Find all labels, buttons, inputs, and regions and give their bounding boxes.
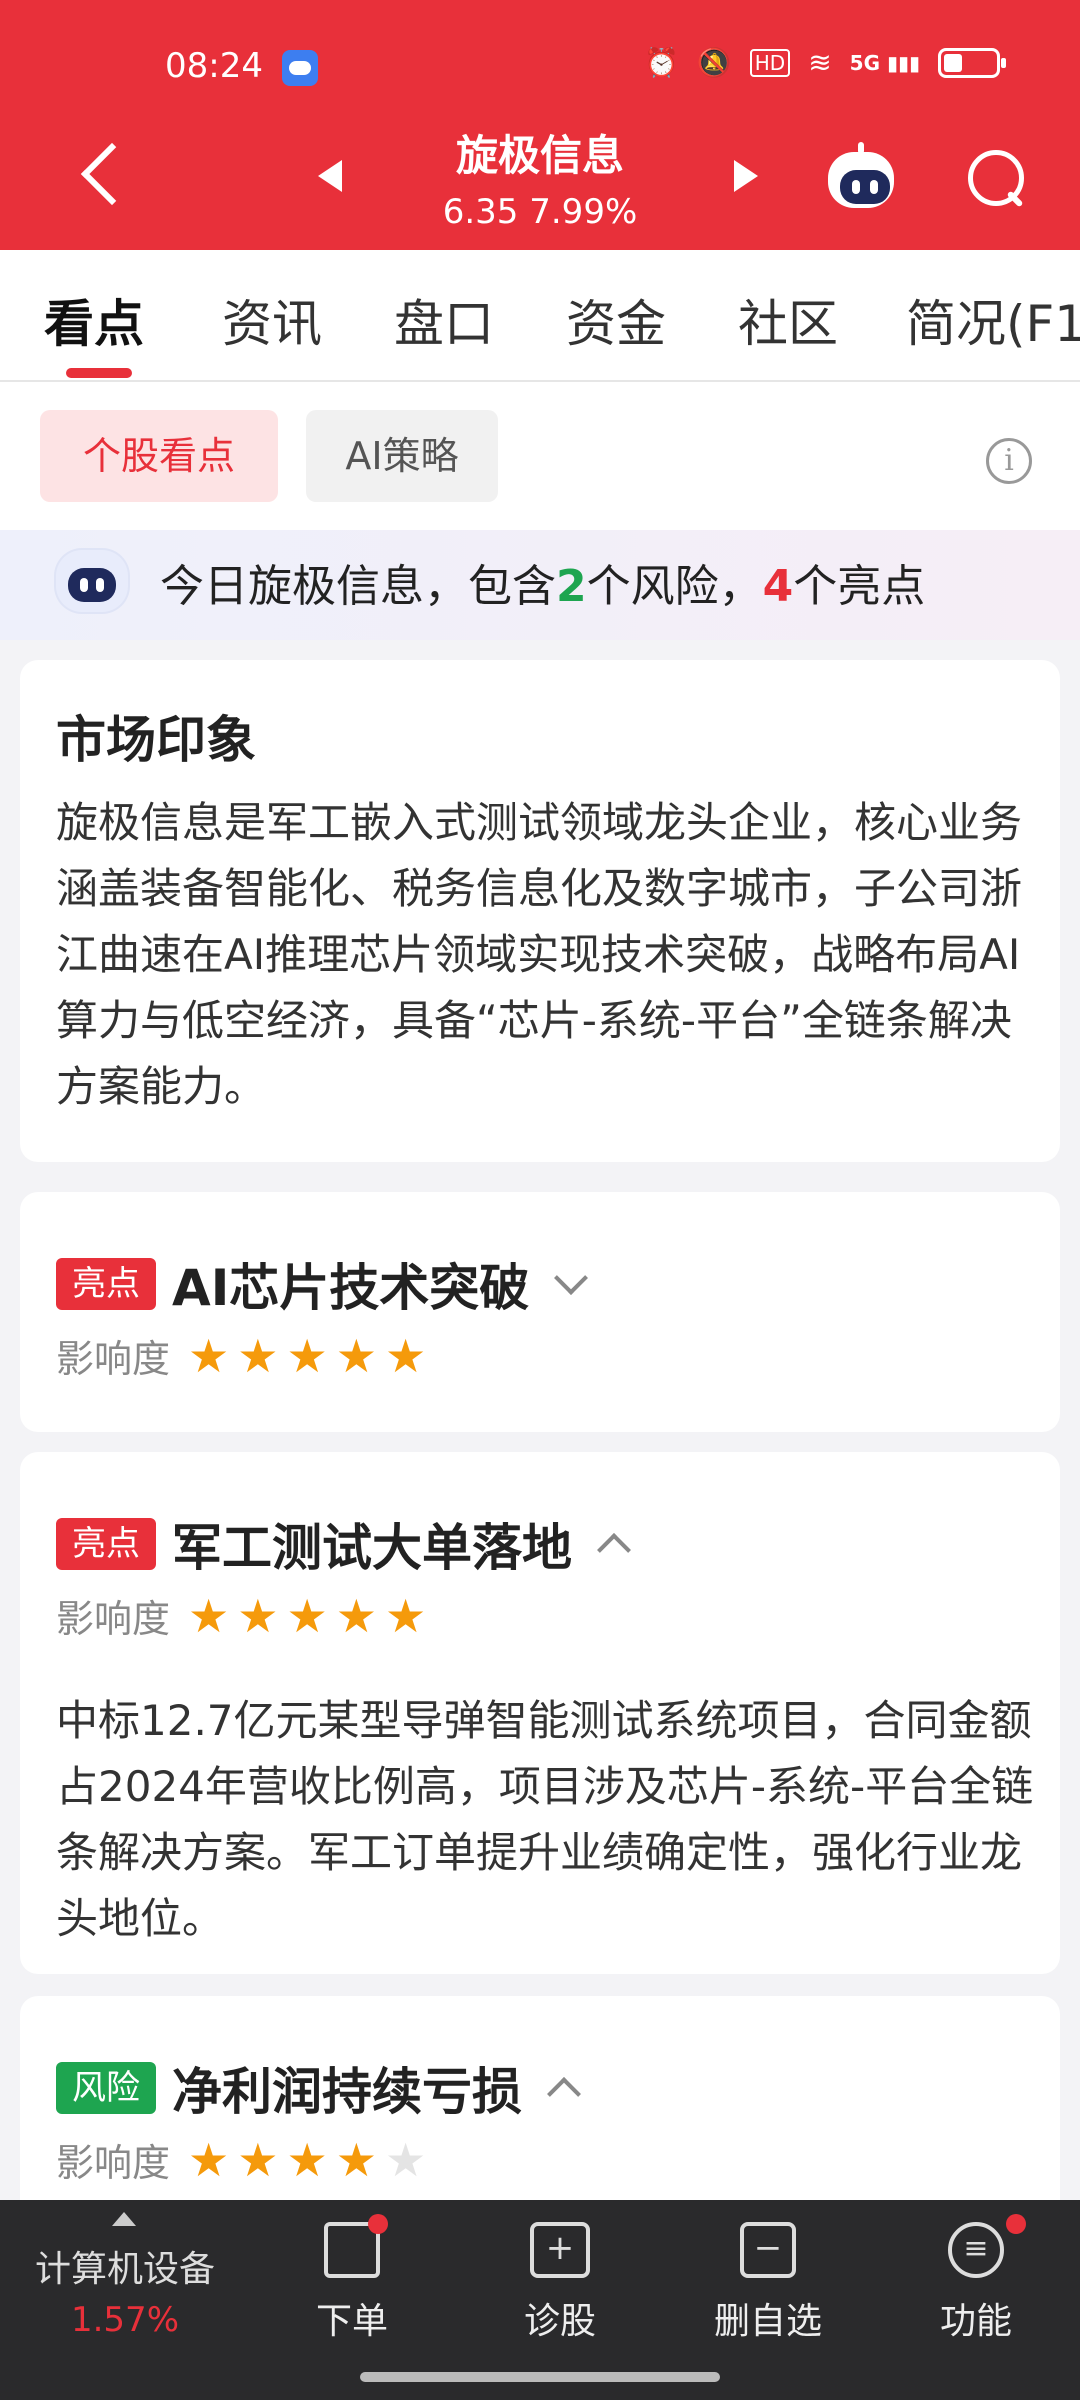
highlight-card[interactable]: 亮点 AI芯片技术突破 影响度 ★ ★ ★ ★ ★ — [20, 1192, 1060, 1432]
impact-rating: 影响度 ★ ★ ★ ★ ★ — [56, 1588, 427, 1643]
star-icon: ★ — [286, 2132, 328, 2187]
status-time: 08:24 — [165, 46, 263, 86]
diagnose-button[interactable]: + 诊股 — [480, 2222, 640, 2344]
ai-robot-icon[interactable] — [824, 142, 898, 212]
highlight-tag: 亮点 — [56, 1518, 156, 1570]
search-icon[interactable] — [966, 148, 1026, 208]
remove-icon: − — [740, 2222, 796, 2278]
tab-jiankuang[interactable]: 简况(F1 — [906, 284, 1080, 356]
star-rating: ★ ★ ★ ★ ★ — [188, 1333, 426, 1379]
chevron-up-icon[interactable] — [547, 2077, 581, 2111]
market-impression-card: 市场印象 旋极信息是军工嵌入式测试领域龙头企业，核心业务涵盖装备智能化、税务信息… — [20, 660, 1060, 1162]
tab-shequ[interactable]: 社区 — [738, 284, 838, 356]
summary-text: 今日旋极信息，包含2个风险，4个亮点 — [160, 561, 926, 612]
star-icon: ★ — [335, 1328, 378, 1383]
ai-robot-icon — [56, 544, 132, 614]
star-icon: ★ — [286, 1328, 328, 1383]
star-rating: ★ ★ ★ ★ ★ — [188, 1593, 426, 1639]
highlight-tag: 亮点 — [56, 1258, 156, 1310]
star-icon: ★ — [237, 1328, 279, 1383]
tab-zixun[interactable]: 资讯 — [222, 284, 322, 356]
star-icon: ★ — [188, 1588, 230, 1643]
point-title: 净利润持续亏损 — [172, 2063, 522, 2121]
stock-name: 旋极信息 — [455, 131, 624, 180]
diagnose-icon: + — [530, 2222, 590, 2278]
next-stock-icon[interactable] — [734, 160, 758, 192]
star-icon: ★ — [385, 1328, 427, 1383]
prev-stock-icon[interactable] — [318, 160, 342, 192]
remove-watchlist-button[interactable]: − 删自选 — [688, 2222, 848, 2344]
weather-icon — [282, 50, 318, 86]
risk-count: 2 — [556, 561, 587, 612]
star-rating: ★ ★ ★ ★ ★ — [188, 2137, 426, 2183]
tab-zijin[interactable]: 资金 — [566, 284, 666, 356]
active-tab-indicator — [66, 368, 132, 378]
status-icons: ⏰ 🔕 HD ≋ 5G ▮▮▮ — [644, 46, 1006, 79]
wifi-icon: ≋ — [808, 46, 832, 79]
point-title: 军工测试大单落地 — [172, 1519, 572, 1577]
point-body: 中标12.7亿元某型导弹智能测试系统项目，合同金额占2024年营收比例高，项目涉… — [56, 1696, 1034, 1943]
tab-pankou[interactable]: 盘口 — [394, 284, 494, 356]
status-bar: 08:24 ⏰ 🔕 HD ≋ 5G ▮▮▮ — [0, 0, 1080, 135]
star-icon: ★ — [385, 1588, 427, 1643]
chevron-down-icon[interactable] — [554, 1261, 589, 1295]
highlight-card[interactable]: 亮点 军工测试大单落地 影响度 ★ ★ ★ ★ ★ 中标12.7亿元某型导弹智能测试系统… — [20, 1452, 1060, 1974]
star-icon: ★ — [237, 1588, 279, 1643]
star-icon: ★ — [335, 1588, 378, 1643]
market-impression-title: 市场印象 — [56, 711, 256, 769]
sub-nav: 个股看点 AI策略 i — [0, 382, 1080, 530]
star-icon: ★ — [188, 2132, 230, 2187]
order-button[interactable]: 下单 — [272, 2214, 432, 2344]
stock-header: 08:24 ⏰ 🔕 HD ≋ 5G ▮▮▮ 旋极信息 6.35 7.99% — [0, 0, 1080, 250]
chevron-up-icon[interactable] — [597, 1533, 631, 1567]
mute-icon: 🔕 — [696, 46, 732, 79]
home-indicator[interactable] — [360, 2372, 720, 2382]
point-title: AI芯片技术突破 — [172, 1259, 530, 1317]
5g-signal-icon: 5G ▮▮▮ — [849, 50, 920, 75]
back-icon[interactable] — [70, 140, 140, 210]
tab-kandian[interactable]: 看点 — [44, 284, 144, 356]
order-icon — [324, 2214, 388, 2278]
impact-rating: 影响度 ★ ★ ★ ★ ★ — [56, 2132, 427, 2187]
hd-icon: HD — [749, 48, 791, 77]
highlight-count: 4 — [762, 561, 794, 612]
menu-icon: ≡ — [948, 2214, 1026, 2278]
battery-icon — [938, 47, 1006, 78]
market-impression-body: 旋极信息是军工嵌入式测试领域龙头企业，核心业务涵盖装备智能化、税务信息化及数字城… — [56, 798, 1023, 1111]
star-icon: ★ — [237, 2132, 279, 2187]
star-icon: ★ — [188, 1328, 230, 1383]
chip-ai-strategy[interactable]: AI策略 — [306, 410, 498, 502]
alarm-icon: ⏰ — [644, 46, 679, 79]
star-icon: ★ — [286, 1588, 328, 1643]
expand-up-icon — [112, 2212, 136, 2226]
star-icon: ★ — [335, 2132, 378, 2187]
sector-indicator[interactable]: 计算机设备 1.57% — [0, 2200, 250, 2400]
sector-change: 1.57% — [70, 2300, 179, 2340]
bottom-toolbar: 计算机设备 1.57% 下单 + 诊股 − 删自选 ≡ 功能 — [0, 2200, 1080, 2400]
impact-rating: 影响度 ★ ★ ★ ★ ★ — [56, 1328, 427, 1383]
info-icon[interactable]: i — [986, 438, 1032, 484]
functions-button[interactable]: ≡ 功能 — [896, 2214, 1056, 2344]
stock-price-change: 6.35 7.99% — [442, 192, 638, 232]
risk-tag: 风险 — [56, 2062, 156, 2114]
daily-summary: 今日旋极信息，包含2个风险，4个亮点 — [0, 530, 1080, 640]
sector-name: 计算机设备 — [34, 2249, 215, 2290]
tab-bar: 看点 资讯 盘口 资金 社区 简况(F1 — [0, 250, 1080, 382]
chip-stock-highlights[interactable]: 个股看点 — [40, 410, 278, 502]
star-icon: ★ — [385, 2132, 427, 2187]
